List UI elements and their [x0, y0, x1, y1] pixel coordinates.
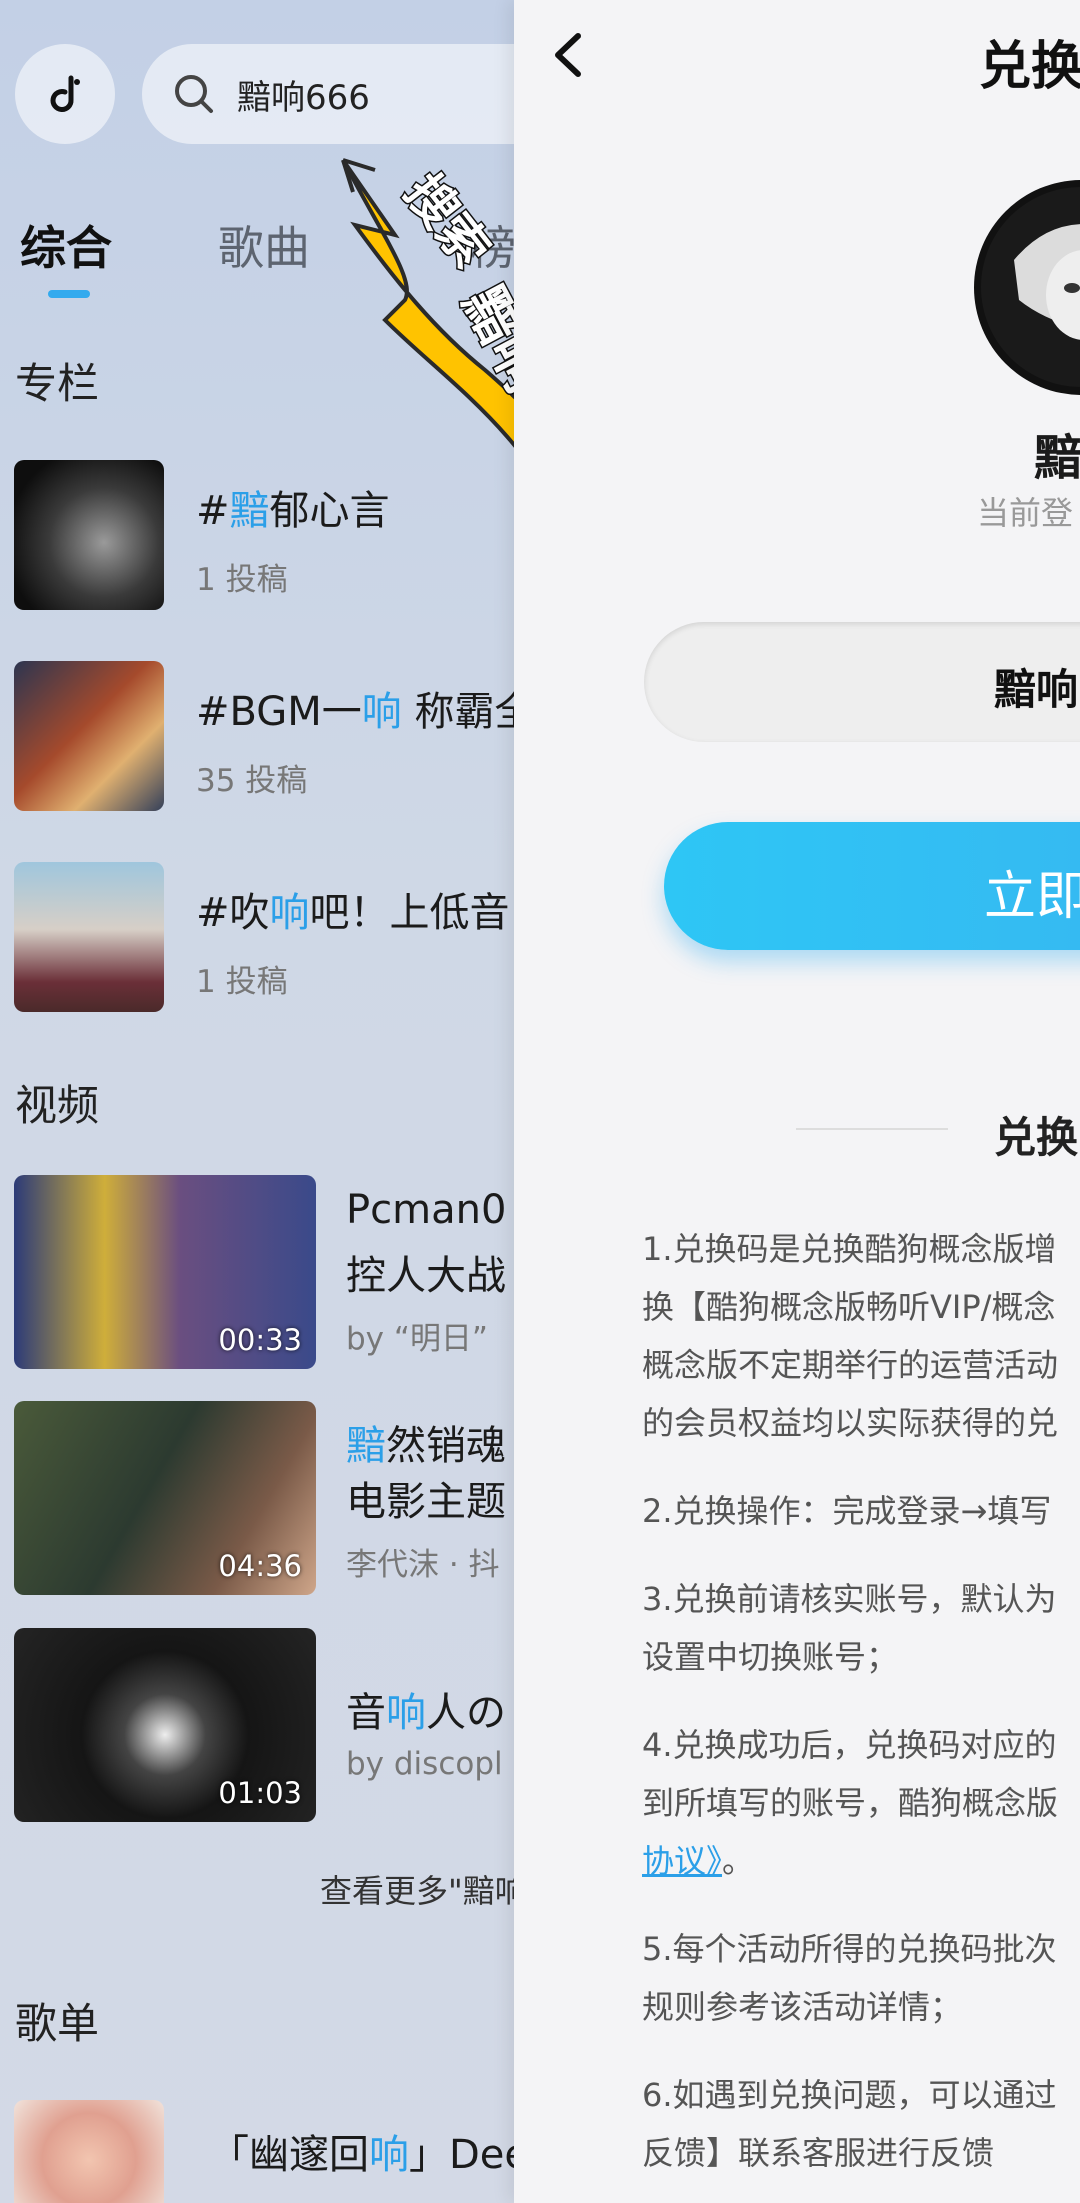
playlist-title: 「幽邃回响」Dee	[209, 2132, 514, 2178]
rule-6: 6.如遇到兑换问题，可以通过 反馈】联系客服进行反馈	[642, 2076, 1057, 2172]
column-item[interactable]: #吹响吧！上低音 1 投稿	[14, 862, 514, 1014]
column-title: #吹响吧！上低音	[196, 890, 510, 936]
video-title: Pcman0	[346, 1187, 507, 1233]
rule-1: 1.兑换码是兑换酷狗概念版增 换【酷狗概念版畅听VIP/概念 概念版不定期举行的…	[642, 1230, 1059, 1442]
redeem-code-value: 黯响	[994, 665, 1079, 714]
column-title: #BGM一响 称霸全	[196, 689, 514, 735]
rule-2: 2.兑换操作：完成登录→填写	[642, 1492, 1052, 1530]
video-thumbnail: 01:03	[14, 1628, 316, 1822]
column-thumbnail	[14, 862, 164, 1012]
column-post-count: 1 投稿	[196, 964, 288, 1000]
column-post-count: 1 投稿	[196, 562, 288, 598]
video-thumbnail: 04:36	[14, 1401, 316, 1595]
column-post-count: 35 投稿	[196, 763, 308, 799]
video-duration: 04:36	[218, 1549, 302, 1583]
agreement-link[interactable]: 协议》	[642, 1842, 722, 1880]
video-title: 黯然销魂	[346, 1423, 506, 1469]
video-item[interactable]: 04:36 黯然销魂 电影主题 李代沫 · 抖	[14, 1401, 514, 1597]
video-author: 李代沫 · 抖	[346, 1547, 500, 1583]
playlist-cover	[14, 2100, 164, 2203]
username: 黯	[1034, 430, 1080, 486]
tab-all[interactable]: 综合	[20, 212, 112, 278]
rule-5: 5.每个活动所得的兑换码批次 规则参考该活动详情；	[642, 1930, 1057, 2026]
redeem-button[interactable]: 立即	[664, 822, 1080, 950]
redeem-button-label: 立即	[984, 867, 1080, 927]
active-tab-indicator	[48, 290, 90, 298]
playlist-item[interactable]: 「幽邃回响」Dee	[14, 2100, 514, 2203]
video-author: by “明日”	[346, 1321, 488, 1357]
video-thumbnail: 00:33	[14, 1175, 316, 1369]
app-logo-button[interactable]	[15, 44, 115, 144]
column-item[interactable]: #BGM一响 称霸全 35 投稿	[14, 661, 514, 813]
section-title-videos: 视频	[15, 1081, 100, 1130]
column-thumbnail	[14, 661, 164, 811]
video-author: by discopl	[346, 1746, 503, 1782]
rules-list: 1.兑换码是兑换酷狗概念版增 换【酷狗概念版畅听VIP/概念 概念版不定期举行的…	[642, 1220, 1080, 2203]
video-duration: 00:33	[218, 1323, 302, 1357]
tab-songs[interactable]: 歌曲	[218, 212, 310, 278]
video-title-line2: 电影主题	[346, 1479, 506, 1525]
search-bar[interactable]: 黯响666	[142, 44, 514, 144]
column-thumbnail	[14, 460, 164, 610]
rule-3: 3.兑换前请核实账号，默认为 设置中切换账号；	[642, 1580, 1057, 1676]
back-chevron-icon[interactable]	[544, 30, 594, 80]
video-title-line2: 控人大战	[346, 1253, 506, 1299]
rules-divider	[796, 1128, 948, 1130]
avatar	[974, 180, 1080, 395]
current-login-label: 当前登	[977, 494, 1074, 532]
see-more-link[interactable]: 查看更多"黯响	[320, 1866, 514, 1912]
annotation-text-search: 搜索	[394, 164, 501, 279]
music-note-icon	[50, 75, 80, 112]
video-item[interactable]: 00:33 Pcman0 控人大战 by “明日”	[14, 1175, 514, 1371]
rules-title: 兑换	[994, 1113, 1079, 1162]
section-title-columns: 专栏	[15, 359, 100, 408]
video-item[interactable]: 01:03 音响人の by discopl	[14, 1628, 514, 1824]
redeem-panel: 兑换 黯 当前登 黯响 立即 兑换 1.兑换码是兑换酷狗概念版增 换【酷狗概念版…	[514, 0, 1080, 2203]
search-icon	[175, 75, 213, 113]
rule-4: 4.兑换成功后，兑换码对应的 到所填写的账号，酷狗概念版 协议》。	[642, 1726, 1059, 1880]
video-title: 音响人の	[346, 1690, 506, 1736]
search-query[interactable]: 黯响666	[237, 70, 370, 119]
section-title-playlists: 歌单	[15, 1999, 100, 2048]
page-title: 兑换	[979, 37, 1080, 97]
redeem-code-input[interactable]: 黯响	[644, 622, 1080, 742]
video-duration: 01:03	[218, 1776, 302, 1810]
